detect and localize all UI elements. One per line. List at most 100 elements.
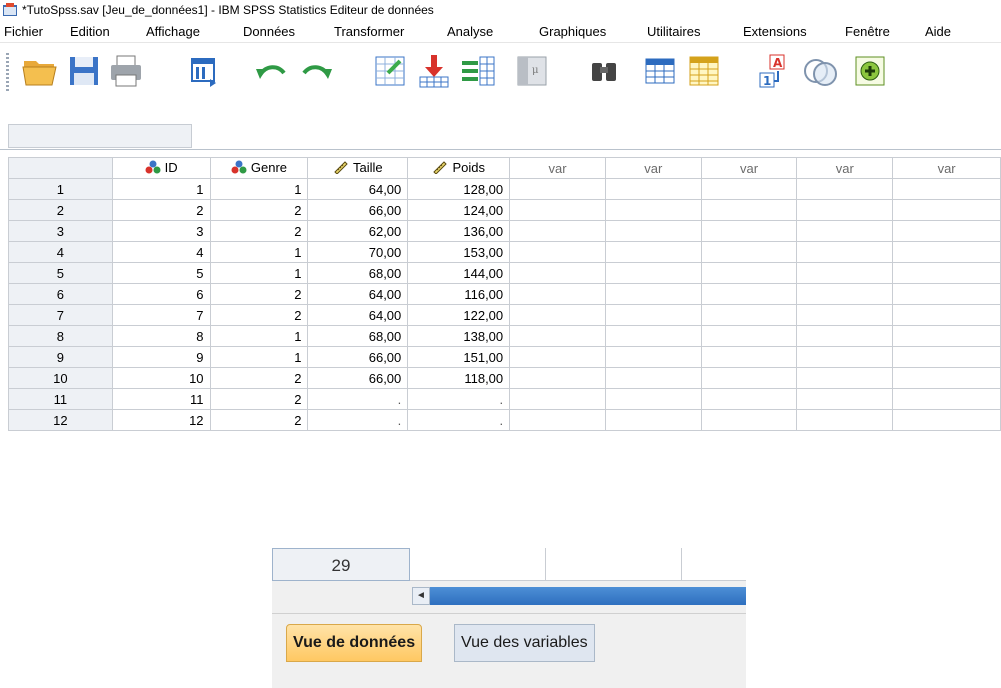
menu-transformer[interactable]: Transformer	[334, 24, 404, 39]
value-labels-icon[interactable]: A1	[752, 51, 792, 91]
data-cell[interactable]: 2	[209, 304, 309, 326]
row-header[interactable]: 11	[8, 388, 113, 410]
row-header[interactable]: 1	[8, 178, 113, 200]
data-cell[interactable]	[700, 262, 798, 284]
data-cell[interactable]: 1	[209, 325, 309, 347]
row-header[interactable]: 6	[8, 283, 113, 305]
menu-fichier[interactable]: Fichier	[4, 24, 43, 39]
data-cell[interactable]: 1	[209, 241, 309, 263]
data-cell[interactable]: 3	[111, 220, 211, 242]
data-cell[interactable]: 6	[111, 283, 211, 305]
row-header[interactable]: 8	[8, 325, 113, 347]
data-cell[interactable]: 9	[111, 346, 211, 368]
menu-utilitaires[interactable]: Utilitaires	[647, 24, 700, 39]
data-cell[interactable]: 151,00	[407, 346, 511, 368]
data-cell[interactable]	[509, 241, 606, 263]
data-cell[interactable]: 8	[111, 325, 211, 347]
row-header[interactable]: 3	[8, 220, 113, 242]
column-header-empty-var[interactable]: var	[700, 157, 798, 179]
data-cell[interactable]	[509, 346, 606, 368]
menu-affichage[interactable]: Affichage	[146, 24, 200, 39]
data-cell[interactable]	[796, 409, 894, 431]
data-cell[interactable]	[700, 199, 798, 221]
column-header-id[interactable]: ID	[111, 157, 211, 179]
data-cell[interactable]: 2	[209, 388, 309, 410]
data-cell[interactable]	[509, 367, 606, 389]
menu-fenetre[interactable]: Fenêtre	[845, 24, 890, 39]
goto-variable-icon[interactable]	[414, 51, 454, 91]
data-cell[interactable]: 70,00	[307, 241, 409, 263]
data-cell[interactable]	[796, 346, 894, 368]
data-cell[interactable]	[892, 346, 1001, 368]
data-cell[interactable]	[604, 325, 702, 347]
print-icon[interactable]	[106, 51, 146, 91]
data-cell[interactable]	[604, 367, 702, 389]
variables-icon[interactable]	[458, 51, 498, 91]
menu-extensions[interactable]: Extensions	[743, 24, 807, 39]
data-cell[interactable]: 136,00	[407, 220, 511, 242]
data-cell[interactable]	[509, 199, 606, 221]
row-header[interactable]: 12	[8, 409, 113, 431]
column-header-empty-var[interactable]: var	[892, 157, 1001, 179]
column-header-poids[interactable]: Poids	[407, 157, 511, 179]
data-cell[interactable]	[604, 283, 702, 305]
data-cell[interactable]	[892, 367, 1001, 389]
undo-icon[interactable]	[252, 51, 292, 91]
recall-dialog-icon[interactable]	[184, 51, 224, 91]
data-cell[interactable]: 7	[111, 304, 211, 326]
data-cell[interactable]: 64,00	[307, 178, 409, 200]
data-cell[interactable]	[509, 262, 606, 284]
menu-graphiques[interactable]: Graphiques	[539, 24, 606, 39]
data-cell[interactable]	[796, 199, 894, 221]
data-cell[interactable]: 2	[111, 199, 211, 221]
data-cell[interactable]	[546, 548, 682, 581]
data-cell[interactable]	[796, 220, 894, 242]
data-cell[interactable]	[796, 304, 894, 326]
data-cell[interactable]	[604, 241, 702, 263]
data-cell[interactable]: 153,00	[407, 241, 511, 263]
row-header[interactable]: 9	[8, 346, 113, 368]
data-cell[interactable]	[796, 367, 894, 389]
data-cell[interactable]	[604, 262, 702, 284]
row-header[interactable]: 5	[8, 262, 113, 284]
data-cell[interactable]	[604, 346, 702, 368]
data-cell[interactable]: 68,00	[307, 325, 409, 347]
data-cell[interactable]: 1	[209, 262, 309, 284]
data-cell[interactable]: 11	[111, 388, 211, 410]
data-cell[interactable]: 5	[111, 262, 211, 284]
data-cell[interactable]	[682, 548, 746, 581]
data-cell[interactable]	[509, 178, 606, 200]
row-header-29[interactable]: 29	[272, 548, 410, 581]
run-descriptives-icon[interactable]: μ	[512, 51, 552, 91]
data-cell[interactable]: 66,00	[307, 346, 409, 368]
data-cell[interactable]: .	[307, 409, 409, 431]
data-cell[interactable]	[700, 367, 798, 389]
goto-case-icon[interactable]	[370, 51, 410, 91]
data-cell[interactable]	[700, 409, 798, 431]
data-cell[interactable]: 66,00	[307, 367, 409, 389]
data-cell[interactable]	[700, 178, 798, 200]
data-cell[interactable]: 124,00	[407, 199, 511, 221]
data-cell[interactable]	[796, 325, 894, 347]
data-cell[interactable]	[892, 262, 1001, 284]
data-cell[interactable]: 122,00	[407, 304, 511, 326]
cell-value-editor[interactable]	[196, 124, 1001, 148]
data-cell[interactable]: .	[407, 388, 511, 410]
data-cell[interactable]	[509, 304, 606, 326]
insert-cases-icon[interactable]	[640, 51, 680, 91]
data-cell[interactable]	[700, 388, 798, 410]
save-icon[interactable]	[64, 51, 104, 91]
data-cell[interactable]: 128,00	[407, 178, 511, 200]
data-cell[interactable]: 12	[111, 409, 211, 431]
menu-donnees[interactable]: Données	[243, 24, 295, 39]
data-cell[interactable]	[796, 262, 894, 284]
data-cell[interactable]: 68,00	[307, 262, 409, 284]
data-cell[interactable]: 144,00	[407, 262, 511, 284]
data-cell[interactable]	[892, 178, 1001, 200]
data-cell[interactable]	[700, 283, 798, 305]
data-cell[interactable]: .	[407, 409, 511, 431]
data-cell[interactable]	[509, 220, 606, 242]
row-header[interactable]: 4	[8, 241, 113, 263]
data-cell[interactable]	[892, 283, 1001, 305]
column-header-empty-var[interactable]: var	[796, 157, 894, 179]
